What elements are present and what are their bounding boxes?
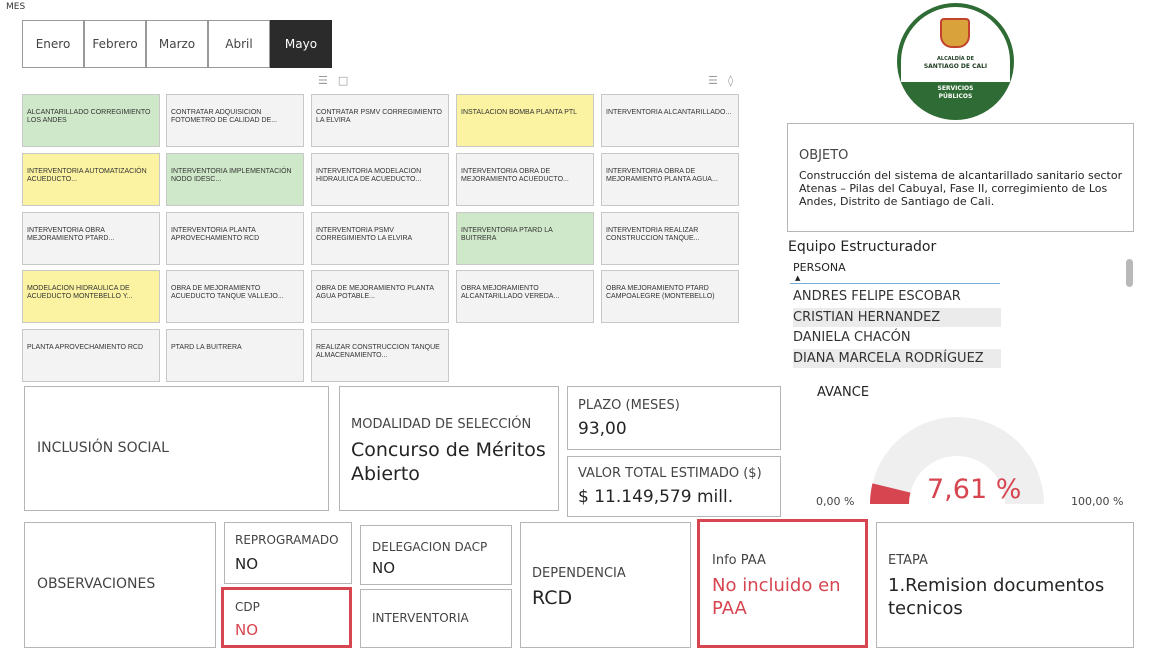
eraser-icon[interactable]: ◊ xyxy=(728,74,733,87)
filter-icon[interactable]: ☰ xyxy=(708,74,718,87)
project-tile[interactable]: REALIZAR CONSTRUCCION TANQUE ALMACENAMIE… xyxy=(311,329,449,382)
etapa-label: ETAPA xyxy=(888,553,928,568)
cdp-label: CDP xyxy=(235,600,260,614)
avance-min: 0,00 % xyxy=(816,495,855,508)
modalidad-value: Concurso de Méritos Abierto xyxy=(351,439,546,485)
filter-icon[interactable]: ☰ xyxy=(318,74,328,87)
sort-ascending-icon: ▲ xyxy=(795,274,801,282)
project-tile[interactable]: OBRA MEJORAMIENTO PTARD CAMPOALEGRE (MON… xyxy=(601,270,739,323)
scrollbar-thumb[interactable] xyxy=(1126,259,1133,287)
valor-label: VALOR TOTAL ESTIMADO ($) xyxy=(578,466,762,481)
info-paa-label: Info PAA xyxy=(712,553,766,568)
month-button-febrero[interactable]: Febrero xyxy=(84,20,146,68)
reprogramado-card xyxy=(224,522,352,584)
avance-title: AVANCE xyxy=(817,385,870,400)
inclusion-social-label: INCLUSIÓN SOCIAL xyxy=(37,440,169,456)
avance-value: 7,61 % xyxy=(927,474,1022,505)
project-tile[interactable]: INTERVENTORIA PLANTA APROVECHAMIENTO RCD xyxy=(166,212,304,265)
visual-header-icons: ☰ □ xyxy=(318,74,348,87)
project-tile[interactable]: INTERVENTORIA OBRA DE MEJORAMIENTO PLANT… xyxy=(601,153,739,206)
etapa-value: 1.Remision documentos tecnicos xyxy=(888,575,1105,619)
month-filter-title: MES xyxy=(6,2,26,12)
project-tile[interactable]: INTERVENTORIA PSMV CORREGIMIENTO LA ELVI… xyxy=(311,212,449,265)
visual-header-icons-2: ☰ ◊ xyxy=(708,74,733,87)
project-tile[interactable]: INTERVENTORIA IMPLEMENTACIÓN NODO IDESC.… xyxy=(166,153,304,206)
project-tile[interactable]: INTERVENTORIA AUTOMATIZACIÓN ACUEDUCTO..… xyxy=(22,153,160,206)
logo-text-4: PÚBLICOS xyxy=(938,93,973,100)
month-button-marzo[interactable]: Marzo xyxy=(146,20,208,68)
valor-value: $ 11.149,579 mill. xyxy=(578,487,734,507)
focus-mode-icon[interactable]: □ xyxy=(338,74,348,87)
dependencia-value: RCD xyxy=(532,587,573,609)
project-tile[interactable]: CONTRATAR PSMV CORREGIMIENTO LA ELVIRA xyxy=(311,94,449,147)
reprogramado-value: NO xyxy=(235,555,259,573)
project-tile[interactable]: ALCANTARILLADO CORREGIMIENTO LOS ANDES xyxy=(22,94,160,147)
logo-text-1: ALCALDÍA DE xyxy=(937,56,974,62)
project-tile[interactable]: INTERVENTORIA OBRA DE MEJORAMIENTO ACUED… xyxy=(456,153,594,206)
cdp-value: NO xyxy=(235,621,259,639)
month-button-enero[interactable]: Enero xyxy=(22,20,84,68)
person-row[interactable]: DIANA MARCELA RODRÍGUEZ xyxy=(793,349,1001,368)
project-tile[interactable]: OBRA DE MEJORAMIENTO PLANTA AGUA POTABLE… xyxy=(311,270,449,323)
dependencia-label: DEPENDENCIA xyxy=(532,566,626,581)
equipo-title: Equipo Estructurador xyxy=(788,239,937,255)
project-tile[interactable]: OBRA MEJORAMIENTO ALCANTARILLADO VEREDA.… xyxy=(456,270,594,323)
project-tile[interactable]: OBRA DE MEJORAMIENTO ACUEDUCTO TANQUE VA… xyxy=(166,270,304,323)
header-divider xyxy=(790,283,1000,284)
coat-of-arms-icon xyxy=(940,18,970,48)
alcaldia-logo: ALCALDÍA DE SANTIAGO DE CALI SERVICIOS P… xyxy=(897,3,1014,120)
project-tile[interactable]: INSTALACION BOMBA PLANTA PTL xyxy=(456,94,594,147)
plazo-card xyxy=(567,386,781,450)
logo-text-3: SERVICIOS xyxy=(937,85,974,92)
plazo-value: 93,00 xyxy=(578,419,627,439)
month-button-mayo[interactable]: Mayo xyxy=(270,20,332,68)
project-tile[interactable]: INTERVENTORIA MODELACION HIDRAULICA DE A… xyxy=(311,153,449,206)
objeto-label: OBJETO xyxy=(799,148,849,163)
month-button-abril[interactable]: Abril xyxy=(208,20,270,68)
project-tile[interactable]: INTERVENTORIA ALCANTARILLADO... xyxy=(601,94,739,147)
person-row[interactable]: DANIELA CHACÓN xyxy=(793,328,1001,347)
logo-text-2: SANTIAGO DE CALI xyxy=(923,63,988,70)
project-tile[interactable]: PLANTA APROVECHAMIENTO RCD xyxy=(22,329,160,382)
observaciones-label: OBSERVACIONES xyxy=(37,576,156,592)
info-paa-value: No incluido en PAA xyxy=(712,575,841,619)
avance-max: 100,00 % xyxy=(1071,495,1124,508)
delegacion-label: DELEGACION DACP xyxy=(372,540,488,554)
project-tile[interactable]: INTERVENTORIA OBRA MEJORAMIENTO PTARD... xyxy=(22,212,160,265)
interventoria-label: INTERVENTORIA xyxy=(372,611,469,625)
persona-column-header[interactable]: PERSONA xyxy=(793,261,846,274)
objeto-text: Construcción del sistema de alcantarilla… xyxy=(799,169,1123,208)
plazo-label: PLAZO (MESES) xyxy=(578,398,680,413)
project-tile[interactable]: INTERVENTORIA PTARD LA BUITRERA xyxy=(456,212,594,265)
project-tile[interactable]: CONTRATAR ADQUISICION FOTOMETRO DE CALID… xyxy=(166,94,304,147)
project-tile[interactable]: INTERVENTORIA REALIZAR CONSTRUCCION TANQ… xyxy=(601,212,739,265)
modalidad-label: MODALIDAD DE SELECCIÓN xyxy=(351,417,532,432)
person-row[interactable]: CRISTIAN HERNANDEZ xyxy=(793,308,1001,327)
person-row[interactable]: ANDRES FELIPE ESCOBAR xyxy=(793,287,1001,306)
project-tile[interactable]: MODELACION HIDRAULICA DE ACUEDUCTO MONTE… xyxy=(22,270,160,323)
dependencia-card xyxy=(520,522,691,648)
project-tile[interactable]: PTARD LA BUITRERA xyxy=(166,329,304,382)
reprogramado-label: REPROGRAMADO xyxy=(235,533,339,547)
delegacion-value: NO xyxy=(372,559,396,577)
